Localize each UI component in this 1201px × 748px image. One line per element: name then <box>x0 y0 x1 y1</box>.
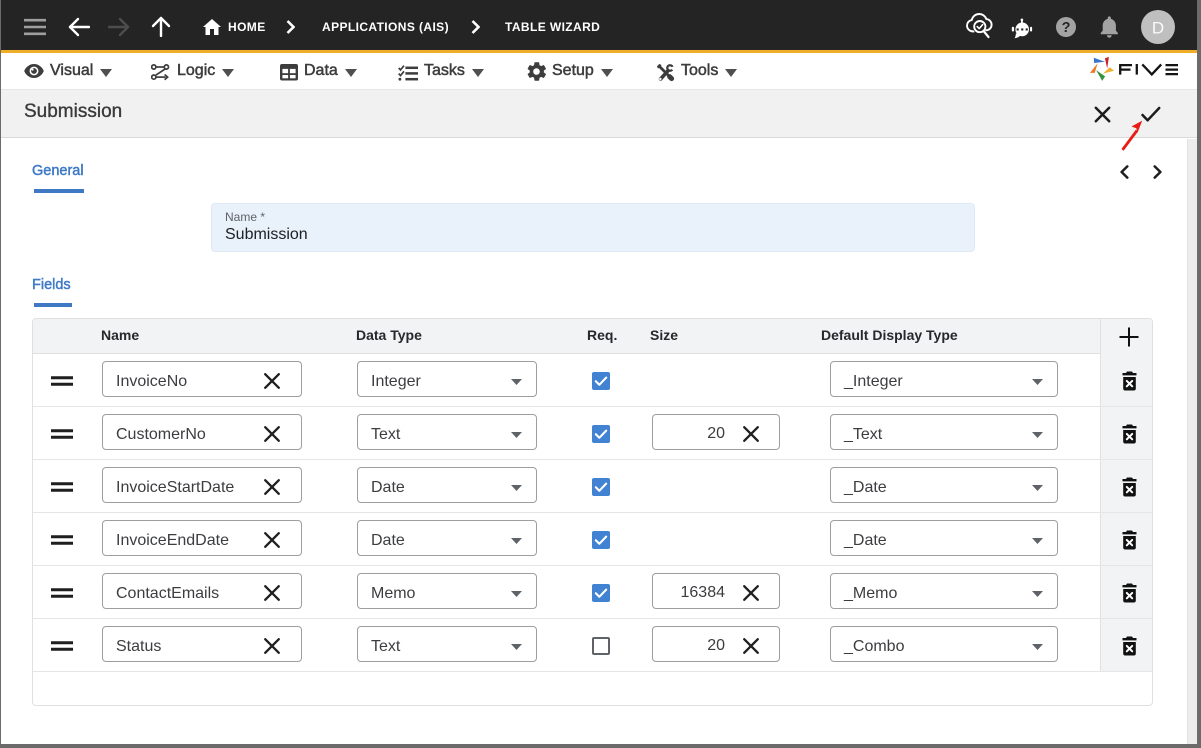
svg-text:?: ? <box>1062 20 1071 36</box>
svg-text:D: D <box>1152 19 1164 38</box>
